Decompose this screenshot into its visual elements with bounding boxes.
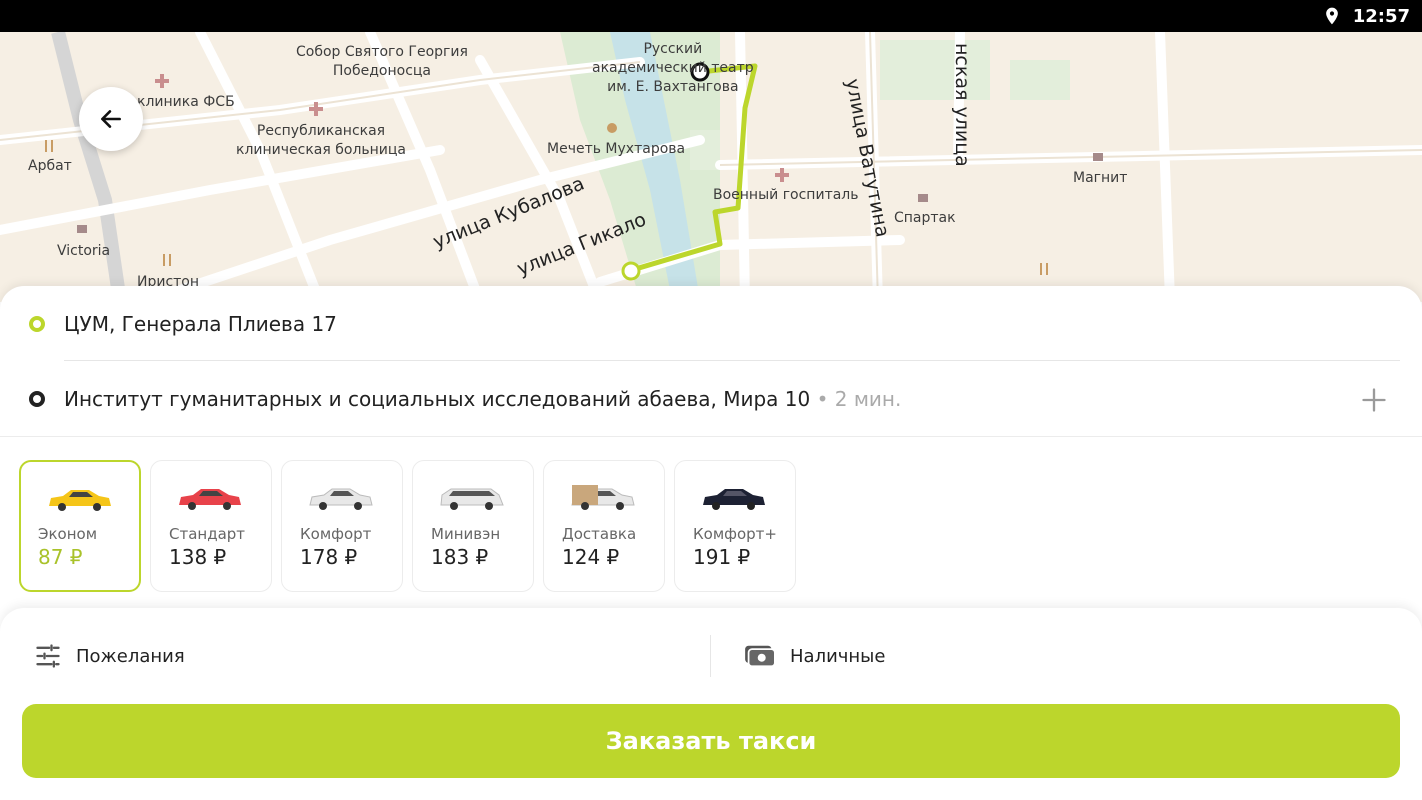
destination-address: Институт гуманитарных и социальных иссле… xyxy=(64,387,811,411)
destination-marker-icon xyxy=(29,391,45,407)
status-time: 12:57 xyxy=(1352,6,1410,27)
tariff-price: 87 ₽ xyxy=(38,545,83,569)
destination-address-row[interactable]: Институт гуманитарных и социальных иссле… xyxy=(0,362,1422,436)
arrow-left-icon xyxy=(101,110,121,128)
car-delivery-icon xyxy=(571,485,635,510)
map-view[interactable]: Собор Святого Георгия Победоносца Русский… xyxy=(0,32,1422,302)
tariff-card-standard[interactable]: Стандарт 138 ₽ xyxy=(150,460,272,592)
wishes-label: Пожелания xyxy=(76,645,185,667)
poi-label: Магнит xyxy=(1073,170,1128,186)
poi-label: Мечеть Мухтарова xyxy=(547,141,686,157)
poi-label: Арбат xyxy=(28,158,72,174)
cash-icon xyxy=(745,645,776,668)
tariff-price: 178 ₽ xyxy=(300,545,358,569)
car-comfort-icon xyxy=(309,488,373,510)
poi-label: Victoria xyxy=(57,243,111,259)
tariff-name: Эконом xyxy=(38,525,98,543)
tariff-card-minivan[interactable]: Минивэн 183 ₽ xyxy=(412,460,534,592)
tariff-price: 183 ₽ xyxy=(431,545,489,569)
tariff-name: Комфорт+ xyxy=(693,525,777,543)
car-minivan-icon xyxy=(440,488,504,510)
car-econom-icon xyxy=(49,490,111,511)
destination-eta: • 2 мин. xyxy=(816,387,902,411)
pickup-address-row[interactable]: ЦУМ, Генерала Плиева 17 xyxy=(0,287,1422,361)
car-comfort-plus-icon xyxy=(703,489,765,510)
pickup-marker-icon xyxy=(29,316,45,332)
plus-icon[interactable] xyxy=(1360,386,1388,414)
back-button[interactable] xyxy=(79,87,143,151)
order-sheet: ЦУМ, Генерала Плиева 17 Институт гуманит… xyxy=(0,286,1422,800)
pickup-address: ЦУМ, Генерала Плиева 17 xyxy=(64,312,337,336)
payment-label: Наличные xyxy=(790,645,886,667)
section-divider xyxy=(0,436,1422,437)
location-pin-icon xyxy=(1326,7,1338,25)
tariff-price: 124 ₽ xyxy=(562,545,620,569)
status-bar: 12:57 xyxy=(0,0,1422,32)
tariff-name: Комфорт xyxy=(300,525,372,543)
tariff-price: 138 ₽ xyxy=(169,545,227,569)
poi-label: Республиканская клиническая больница xyxy=(236,123,407,158)
tariff-price: 191 ₽ xyxy=(693,545,751,569)
poi-label: Собор Святого Георгия Победоносца xyxy=(296,44,468,79)
tariff-card-comfort[interactable]: Комфорт 178 ₽ xyxy=(281,460,403,592)
tariff-card-econom[interactable]: Эконом 87 ₽ xyxy=(19,460,141,592)
poi-label: Русский академический театр им. Е. Вахтанг… xyxy=(592,41,754,95)
order-taxi-button[interactable]: Заказать такси xyxy=(22,704,1400,778)
tariff-card-delivery[interactable]: Доставка 124 ₽ xyxy=(543,460,665,592)
sliders-icon xyxy=(36,644,60,668)
order-options-panel: Пожелания Наличные Заказать такси xyxy=(0,608,1422,800)
destination-text: Институт гуманитарных и социальных иссле… xyxy=(64,387,901,411)
tariff-name: Стандарт xyxy=(169,525,246,543)
poi-label: Спартак xyxy=(894,210,956,226)
car-standard-icon xyxy=(179,489,241,510)
poi-label: клиника ФСБ xyxy=(137,94,235,110)
street-label: нская улица xyxy=(951,43,973,167)
tariff-name: Доставка xyxy=(562,525,637,543)
tariff-list: Эконом 87 ₽ Стандарт 138 ₽ Комфорт 178 ₽… xyxy=(19,460,796,592)
options-separator xyxy=(710,635,711,677)
address-divider xyxy=(64,360,1400,361)
tariff-card-comfort-plus[interactable]: Комфорт+ 191 ₽ xyxy=(674,460,796,592)
wishes-button[interactable]: Пожелания xyxy=(34,636,185,676)
tariff-name: Минивэн xyxy=(431,525,501,543)
payment-method-button[interactable]: Наличные xyxy=(744,636,885,676)
poi-label: Военный госпиталь xyxy=(713,187,859,203)
